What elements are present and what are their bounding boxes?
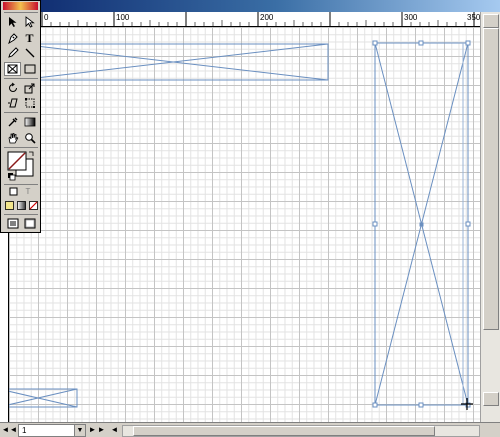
formatting-container-icon[interactable]	[8, 186, 20, 196]
apply-gradient-icon[interactable]	[16, 199, 27, 211]
apply-none-icon[interactable]	[28, 199, 39, 211]
apply-color-icon[interactable]	[4, 199, 15, 211]
page-number-field[interactable]: 1 ▼	[18, 424, 86, 437]
preview-mode-icon[interactable]	[22, 217, 37, 230]
toolbox-divider	[4, 214, 38, 215]
last-page-button[interactable]: ►	[97, 425, 106, 435]
normal-view-mode-icon[interactable]	[5, 217, 20, 230]
frame-bottom-left[interactable]	[9, 388, 78, 408]
toolbox-divider	[4, 147, 38, 148]
rectangle-frame-tool-icon[interactable]	[4, 62, 21, 76]
fill-stroke-swatches[interactable]	[7, 151, 37, 181]
eyedropper-tool-icon[interactable]	[4, 115, 21, 129]
rotate-tool-icon[interactable]	[4, 81, 21, 95]
ruler-label-300: 300	[404, 13, 418, 22]
status-bar: ◄ ◄ 1 ▼ ► ► ◄	[0, 422, 500, 437]
line-tool-icon[interactable]	[21, 46, 38, 60]
pencil-tool-icon[interactable]	[4, 46, 21, 60]
free-transform-tool-icon[interactable]	[21, 96, 38, 110]
ruler-label-350: 350	[467, 13, 480, 22]
next-page-button[interactable]: ►	[88, 425, 97, 435]
zoom-tool-icon[interactable]	[21, 131, 38, 145]
horizontal-scrollbar[interactable]	[122, 425, 480, 437]
toolbox-divider	[4, 112, 38, 113]
title-bar	[0, 0, 500, 12]
previous-page-button[interactable]: ◄	[9, 425, 18, 435]
pen-tool-icon[interactable]	[4, 31, 21, 45]
vertical-scroll-thumb[interactable]	[483, 28, 499, 330]
horizontal-scroll-thumb[interactable]	[133, 426, 435, 436]
chevron-down-icon[interactable]: ▼	[74, 425, 85, 436]
scroll-down-button[interactable]	[483, 392, 499, 406]
ruler-label-200: 200	[260, 13, 274, 22]
direct-selection-tool-icon[interactable]	[21, 15, 38, 29]
vertical-scrollbar[interactable]	[480, 12, 500, 424]
toolbox-divider	[4, 184, 38, 185]
application-logo	[3, 2, 38, 10]
scroll-left-button[interactable]: ◄	[110, 425, 119, 435]
rectangle-tool-icon[interactable]	[21, 62, 38, 76]
selection-handles[interactable]	[372, 40, 471, 408]
document-canvas[interactable]	[9, 27, 480, 422]
frame-top[interactable]	[18, 43, 329, 81]
hand-tool-icon[interactable]	[4, 131, 21, 145]
type-tool-icon[interactable]: T	[21, 31, 38, 45]
ruler-label-0: 0	[44, 13, 49, 22]
gradient-tool-icon[interactable]	[21, 115, 38, 129]
ruler-label-100: 100	[116, 13, 130, 22]
selection-tool-icon[interactable]	[4, 15, 21, 29]
page-number-value: 1	[22, 426, 27, 435]
formatting-text-icon[interactable]: T	[22, 186, 34, 196]
horizontal-ruler[interactable]: 0 100 200 300 350	[40, 12, 480, 27]
toolbox-divider	[4, 12, 38, 13]
toolbox-divider	[4, 78, 38, 79]
tools-palette: T T	[0, 0, 41, 233]
shear-tool-icon[interactable]	[4, 96, 21, 110]
scale-tool-icon[interactable]	[21, 81, 38, 95]
scroll-up-button[interactable]	[483, 14, 499, 28]
